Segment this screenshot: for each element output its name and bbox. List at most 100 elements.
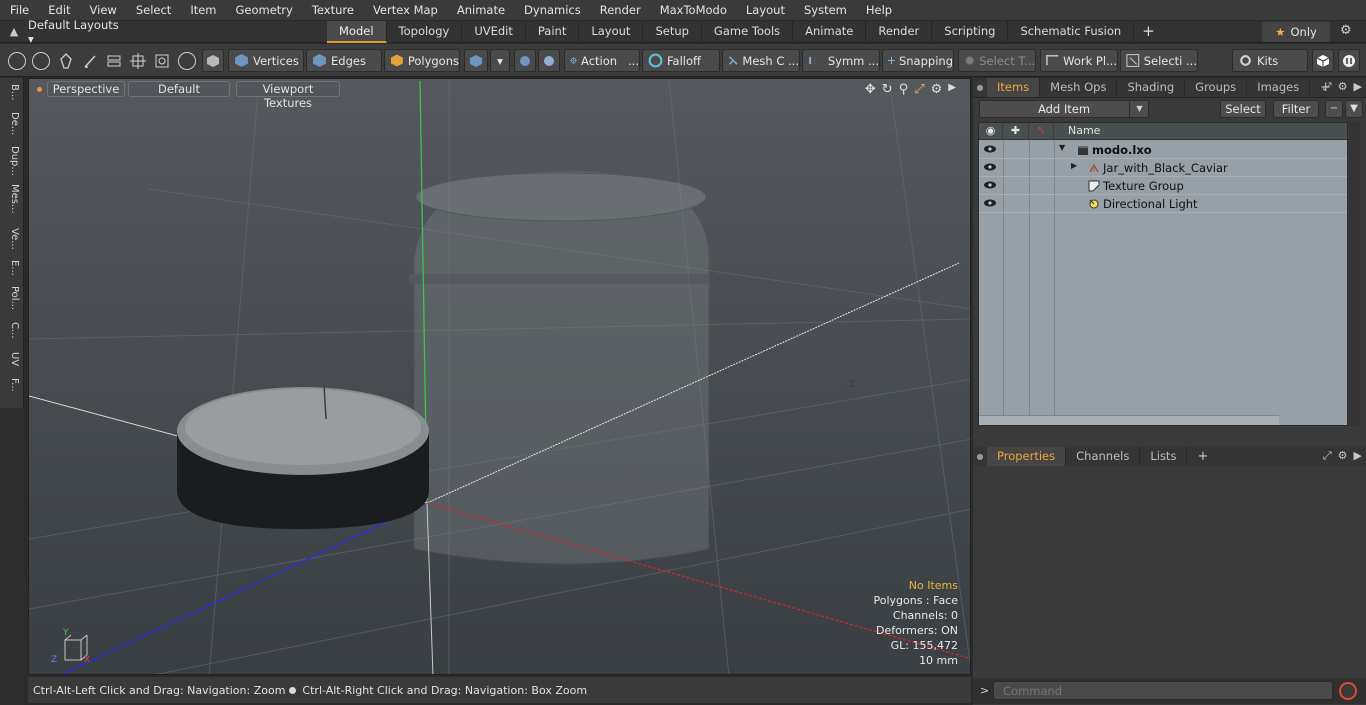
perspective-button[interactable]: Perspective xyxy=(47,81,125,97)
gear-icon[interactable]: ⚙ xyxy=(1340,23,1352,38)
item-row-directional-light[interactable]: Directional Light xyxy=(979,195,1347,213)
select-button[interactable]: Select xyxy=(1220,100,1266,118)
panel-arrow-icon[interactable]: ▶ xyxy=(1354,449,1362,463)
tab-game-tools[interactable]: Game Tools xyxy=(702,21,794,43)
eye-icon[interactable] xyxy=(983,143,997,155)
unreal-icon[interactable] xyxy=(1338,49,1360,72)
menu-item[interactable]: Item xyxy=(180,0,225,21)
panel-menu-dot-icon[interactable]: ● xyxy=(973,452,987,461)
left-tab-deform[interactable]: De... xyxy=(4,112,20,135)
snapping-button[interactable]: Snapping xyxy=(882,49,954,72)
item-row-texture-group[interactable]: Texture Group xyxy=(979,177,1347,195)
add-properties-tab-button[interactable]: + xyxy=(1187,447,1218,466)
left-tab-polygon[interactable]: Pol... xyxy=(4,286,20,310)
panel-arrow-icon[interactable]: ▶ xyxy=(1354,80,1362,94)
tab-items[interactable]: Items xyxy=(987,78,1041,97)
tab-paint[interactable]: Paint xyxy=(526,21,580,43)
tab-shading[interactable]: Shading xyxy=(1117,78,1186,97)
add-item-button[interactable]: Add Item xyxy=(979,100,1149,118)
menu-vertex-map[interactable]: Vertex Map xyxy=(363,0,447,21)
menu-select[interactable]: Select xyxy=(126,0,180,21)
tab-setup[interactable]: Setup xyxy=(643,21,702,43)
expand-panel-icon[interactable]: ⤢ xyxy=(1323,449,1332,463)
tab-channels[interactable]: Channels xyxy=(1066,447,1141,466)
vertical-scrollbar[interactable] xyxy=(1349,122,1360,426)
tab-images[interactable]: Images xyxy=(1247,78,1311,97)
visibility-column-eye-icon[interactable]: ◉ xyxy=(979,123,1003,140)
tab-groups[interactable]: Groups xyxy=(1185,78,1248,97)
work-plane-button[interactable]: Work Pl... xyxy=(1040,49,1118,72)
globe-icon[interactable] xyxy=(32,52,50,70)
menu-dynamics[interactable]: Dynamics xyxy=(514,0,590,21)
menu-maxtomodo[interactable]: MaxToModo xyxy=(650,0,736,21)
tab-scripting[interactable]: Scripting xyxy=(932,21,1009,43)
left-tab-vertex[interactable]: Ve... xyxy=(4,228,20,250)
expand-triangle-right-icon[interactable]: ▶ xyxy=(1071,161,1077,170)
symmetry-shield-icon[interactable] xyxy=(538,49,560,72)
item-mode-icon[interactable] xyxy=(202,49,224,72)
tab-animate[interactable]: Animate xyxy=(793,21,867,43)
sphere-icon[interactable] xyxy=(178,52,196,70)
snap-box-icon[interactable] xyxy=(152,49,172,72)
name-column-header[interactable]: Name xyxy=(1054,123,1349,140)
move-view-icon[interactable]: ✥ xyxy=(865,82,876,97)
kits-button[interactable]: Kits xyxy=(1232,49,1308,72)
falloff-button[interactable]: Falloff xyxy=(642,49,720,72)
viewport-expand-arrow-icon[interactable]: ▶ xyxy=(948,82,956,97)
expand-panel-icon[interactable]: ⤢ xyxy=(1323,80,1332,94)
symmetry-mesh-icon[interactable] xyxy=(514,49,536,72)
align-icon[interactable] xyxy=(104,49,124,72)
eye-icon[interactable] xyxy=(983,197,997,209)
action-center-button[interactable]: Action ... xyxy=(564,49,640,72)
material-mode-icon[interactable] xyxy=(464,49,488,72)
edges-button[interactable]: Edges xyxy=(306,49,382,72)
only-toggle[interactable]: ★ Only xyxy=(1262,22,1330,42)
tab-mesh-ops[interactable]: Mesh Ops xyxy=(1040,78,1118,97)
symmetry-button[interactable]: Symm ... xyxy=(802,49,880,72)
panel-gear-icon[interactable]: ⚙ xyxy=(1338,80,1348,94)
panel-gear-icon[interactable]: ⚙ xyxy=(1338,449,1348,463)
lock-column-icon[interactable]: ✚ xyxy=(1003,123,1029,140)
left-tab-uv[interactable]: UV xyxy=(4,352,20,366)
left-tab-duplicate[interactable]: Dup... xyxy=(4,146,20,176)
unity-icon[interactable] xyxy=(1312,49,1334,72)
panel-menu-dot-icon[interactable]: ● xyxy=(973,83,987,92)
shading-style-button[interactable]: Default xyxy=(128,81,230,97)
maximize-view-icon[interactable]: ⤢ xyxy=(914,82,924,97)
eye-icon[interactable] xyxy=(983,161,997,173)
tab-uvedit[interactable]: UVEdit xyxy=(462,21,526,43)
item-row-mesh[interactable]: ▶ Jar_with_Black_Caviar xyxy=(979,159,1347,177)
transform-icon[interactable] xyxy=(128,49,148,72)
collapse-icon[interactable]: − xyxy=(1325,100,1343,118)
layout-up-arrow-icon[interactable]: ▲ xyxy=(0,25,28,38)
tab-render[interactable]: Render xyxy=(866,21,933,43)
pen-icon[interactable] xyxy=(56,49,76,72)
selection-sets-button[interactable]: Selecti ... xyxy=(1120,49,1198,72)
tab-model[interactable]: Model xyxy=(327,21,387,43)
select-circle-icon[interactable] xyxy=(8,52,26,70)
tab-properties[interactable]: Properties xyxy=(987,447,1067,466)
left-tab-curve[interactable]: C... xyxy=(4,322,20,339)
scene-canvas[interactable]: -Z Y Z X xyxy=(29,79,971,675)
add-item-chevron-down-icon[interactable]: ▼ xyxy=(1129,100,1149,118)
rotate-view-icon[interactable]: ↻ xyxy=(882,82,893,97)
tab-schematic-fusion[interactable]: Schematic Fusion xyxy=(1008,21,1135,43)
expand-triangle-down-icon[interactable]: ▼ xyxy=(1059,143,1065,152)
command-history-arrow-icon[interactable]: > xyxy=(980,684,989,697)
menu-animate[interactable]: Animate xyxy=(447,0,514,21)
tab-lists[interactable]: Lists xyxy=(1140,447,1188,466)
left-tab-edge[interactable]: E... xyxy=(4,260,20,276)
brush-icon[interactable] xyxy=(80,49,100,72)
left-tab-mesh-edit[interactable]: Mes... xyxy=(4,184,20,214)
viewport-textures-button[interactable]: Viewport Textures xyxy=(236,81,340,110)
menu-geometry[interactable]: Geometry xyxy=(226,0,302,21)
menu-texture[interactable]: Texture xyxy=(302,0,363,21)
command-input[interactable] xyxy=(993,681,1333,700)
mode-dropdown-chevron-icon[interactable]: ▾ xyxy=(490,49,510,72)
funnel-filter-icon[interactable]: ▼ xyxy=(1345,100,1363,118)
axes-column-icon[interactable]: ⤣ xyxy=(1029,123,1054,140)
add-tab-button[interactable]: + xyxy=(1134,21,1163,43)
default-layouts-dropdown[interactable]: Default Layouts ▾ xyxy=(28,18,128,46)
eye-icon[interactable] xyxy=(983,179,997,191)
filter-button[interactable]: Filter xyxy=(1273,100,1319,118)
